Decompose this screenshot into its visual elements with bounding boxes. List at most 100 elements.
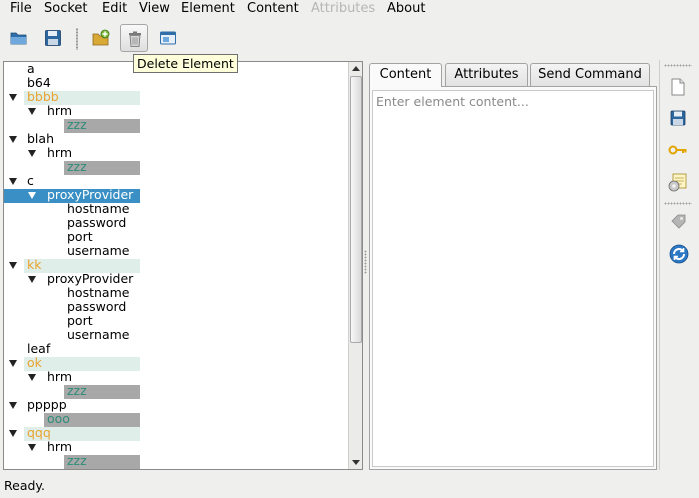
tree-node-label: username — [67, 327, 130, 342]
content-editor[interactable]: Enter element content... — [372, 90, 654, 467]
expand-triangle-icon[interactable] — [28, 444, 36, 451]
tree-node-label: a — [27, 61, 35, 76]
expand-triangle-icon[interactable] — [9, 178, 17, 185]
key-button[interactable] — [664, 136, 692, 164]
pane-splitter[interactable] — [364, 250, 367, 274]
tab-send-command[interactable]: Send Command — [530, 63, 650, 86]
tree-row[interactable]: leaf — [4, 341, 344, 357]
content-pane: Enter element content... — [369, 86, 657, 470]
expand-triangle-icon[interactable] — [9, 94, 17, 101]
tree-row[interactable]: proxyProvider — [4, 187, 344, 203]
tree-node-label: b64 — [27, 75, 51, 90]
tree-row[interactable]: zzz — [4, 160, 344, 175]
expand-triangle-icon[interactable] — [9, 136, 17, 143]
main-toolbar — [0, 18, 699, 58]
scroll-thumb[interactable] — [350, 76, 362, 343]
new-document-icon — [671, 78, 685, 96]
tree-scrollbar[interactable] — [348, 62, 362, 469]
tree-node-label: leaf — [27, 341, 51, 356]
expand-triangle-icon[interactable] — [28, 150, 36, 157]
tree-row[interactable]: hostname — [4, 202, 344, 217]
menu-edit[interactable]: Edit — [102, 1, 127, 17]
menu-about[interactable]: About — [387, 1, 425, 17]
expand-triangle-icon[interactable] — [28, 192, 36, 199]
arrow-down-icon — [352, 460, 360, 465]
add-element-icon — [92, 29, 110, 46]
tree-row[interactable]: username — [4, 327, 344, 343]
expand-triangle-icon[interactable] — [9, 262, 17, 269]
tree-node-label: zzz — [67, 117, 87, 132]
tree-node-label: kk — [27, 257, 42, 272]
tree-row[interactable]: hrm — [4, 146, 344, 161]
toolbar-separator — [76, 28, 78, 50]
tree-row[interactable]: password — [4, 299, 344, 315]
tree-node-label: proxyProvider — [47, 271, 134, 286]
tree-row[interactable]: hostname — [4, 286, 344, 301]
expand-triangle-icon[interactable] — [28, 374, 36, 381]
menu-content[interactable]: Content — [247, 1, 299, 17]
expand-triangle-icon[interactable] — [9, 430, 17, 437]
scroll-up-button[interactable] — [349, 62, 362, 75]
tab-content[interactable]: Content — [369, 63, 442, 87]
tree-node-label: ok — [27, 355, 42, 370]
tab-attributes[interactable]: Attributes — [445, 63, 528, 86]
menu-socket[interactable]: Socket — [44, 1, 88, 17]
expand-triangle-icon[interactable] — [9, 402, 17, 409]
menu-file[interactable]: File — [10, 1, 32, 17]
tree-row[interactable]: ooo — [4, 411, 344, 427]
expand-triangle-icon[interactable] — [28, 108, 36, 115]
expand-triangle-icon[interactable] — [28, 276, 36, 283]
tree-node-label: port — [67, 229, 93, 244]
connect-icon — [668, 173, 687, 192]
side-toolbar-handle — [664, 64, 692, 67]
refresh-icon — [669, 244, 689, 264]
tree-node-label: username — [67, 243, 130, 258]
tree-row[interactable]: password — [4, 216, 344, 231]
refresh-button[interactable] — [664, 239, 692, 267]
tree-node-label: proxyProvider — [47, 187, 134, 202]
window-icon — [160, 31, 176, 45]
open-button[interactable] — [5, 24, 33, 52]
side-toolbar-separator — [664, 202, 692, 205]
tag-button[interactable] — [664, 207, 692, 235]
scroll-down-button[interactable] — [349, 456, 362, 469]
tree-row[interactable]: username — [4, 243, 344, 259]
editor-placeholder: Enter element content... — [376, 94, 529, 109]
tree-row[interactable]: hrm — [4, 440, 344, 455]
tree-row[interactable]: proxyProvider — [4, 271, 344, 287]
tree-node-label: blah — [27, 131, 54, 146]
key-icon — [668, 145, 687, 155]
tree-row[interactable]: zzz — [4, 117, 344, 133]
arrow-up-icon — [352, 66, 360, 71]
folder-open-icon — [10, 32, 27, 45]
tooltip: Delete Element — [133, 54, 238, 73]
tree-node-label: port — [67, 313, 93, 328]
tree-row[interactable]: hrm — [4, 104, 344, 119]
tag-icon — [671, 214, 686, 229]
element-tree[interactable]: a b64 bbbb hrm zzz blah hrm zzz c proxyProvider ho… — [3, 61, 363, 470]
tree-row[interactable]: zzz — [4, 454, 344, 469]
delete-element-button[interactable] — [120, 24, 148, 52]
tree-row[interactable]: port — [4, 313, 344, 329]
window-button[interactable] — [154, 24, 182, 52]
tree-row[interactable]: port — [4, 229, 344, 245]
side-save-button[interactable] — [664, 104, 692, 132]
new-document-button[interactable] — [664, 73, 692, 101]
tree-row[interactable]: hrm — [4, 369, 344, 385]
floppy-disk-icon — [45, 30, 61, 46]
trash-icon — [129, 31, 141, 47]
connect-button[interactable] — [664, 168, 692, 196]
add-element-button[interactable] — [87, 24, 115, 52]
save-button[interactable] — [39, 24, 67, 52]
tree-node-label: hrm — [47, 369, 73, 384]
tree-node-label: ppppp — [27, 397, 67, 412]
status-text: Ready. — [4, 478, 45, 493]
tree-node-label: password — [67, 299, 127, 314]
tree-node-label: ooo — [47, 411, 70, 426]
menu-element[interactable]: Element — [181, 1, 235, 17]
expand-triangle-icon[interactable] — [9, 360, 17, 367]
tree-node-label: bbbb — [27, 89, 59, 104]
save-icon — [670, 110, 686, 126]
menu-view[interactable]: View — [139, 1, 170, 17]
status-bar: Ready. — [0, 474, 699, 498]
